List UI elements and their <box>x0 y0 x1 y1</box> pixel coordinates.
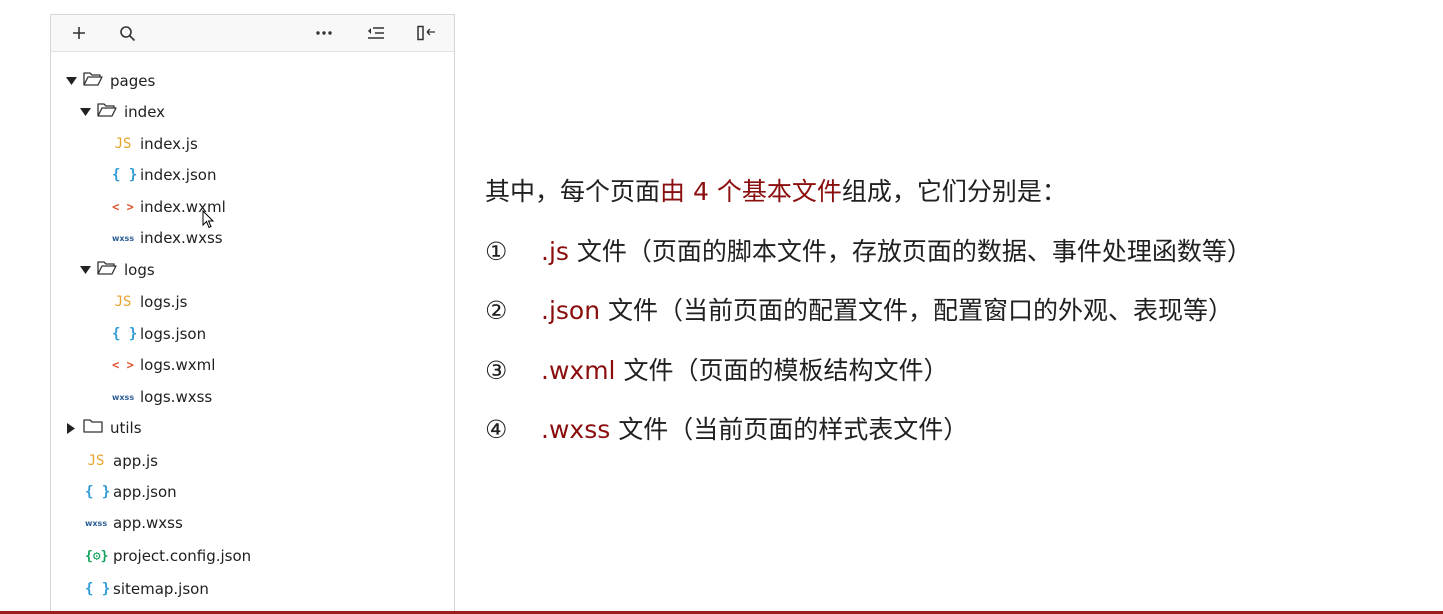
intro-text: 其中，每个页面 <box>485 177 661 206</box>
item-number: ① <box>485 237 508 266</box>
item-description: 文件（当前页面的样式表文件） <box>610 415 969 444</box>
toggle-panel-icon[interactable] <box>414 21 438 45</box>
item-number: ④ <box>485 415 508 444</box>
file-app-wxss[interactable]: wxss app.wxss <box>85 509 183 537</box>
file-index-js[interactable]: JS index.js <box>112 130 198 158</box>
chevron-down-icon <box>65 75 77 87</box>
folder-label: logs <box>124 261 155 279</box>
folder-index[interactable]: index <box>79 98 165 126</box>
file-label: logs.wxml <box>140 356 216 374</box>
file-label: index.js <box>140 135 198 153</box>
json-file-icon: { } <box>112 167 138 183</box>
file-extension: .js <box>541 237 569 266</box>
file-label: app.js <box>113 452 158 470</box>
item-description: 文件（页面的模板结构文件） <box>615 356 949 385</box>
js-file-icon: JS <box>87 453 105 469</box>
file-index-json[interactable]: { } index.json <box>112 161 216 189</box>
file-type-item: ① .js 文件（页面的脚本文件，存放页面的数据、事件处理函数等） <box>485 232 1252 268</box>
file-label: logs.wxss <box>140 388 213 406</box>
folder-logs[interactable]: logs <box>79 256 155 284</box>
file-sitemap-json[interactable]: { } sitemap.json <box>85 575 209 603</box>
file-label: project.config.json <box>113 547 252 565</box>
intro-highlight: 由 4 个基本文件 <box>660 177 842 206</box>
plus-icon[interactable] <box>67 21 91 45</box>
folder-label: index <box>124 103 166 121</box>
file-label: sitemap.json <box>113 580 209 598</box>
file-extension: .json <box>541 296 601 325</box>
item-description: 文件（当前页面的配置文件，配置窗口的外观、表现等） <box>600 296 1234 325</box>
file-extension: .wxml <box>541 356 616 385</box>
file-logs-wxml[interactable]: < > logs.wxml <box>112 351 215 379</box>
file-logs-json[interactable]: { } logs.json <box>112 320 206 348</box>
folder-pages[interactable]: pages <box>65 67 155 95</box>
file-type-item: ③ .wxml 文件（页面的模板结构文件） <box>485 351 948 387</box>
folder-label: pages <box>110 72 156 90</box>
folder-open-icon <box>97 102 117 122</box>
json-file-icon: { } <box>85 581 111 597</box>
folder-closed-icon <box>83 418 103 438</box>
folder-utils[interactable]: utils <box>65 414 142 442</box>
chevron-right-icon <box>65 422 77 434</box>
file-label: logs.json <box>140 325 207 343</box>
file-type-item: ② .json 文件（当前页面的配置文件，配置窗口的外观、表现等） <box>485 291 1233 327</box>
json-file-icon: { } <box>112 326 138 342</box>
wxml-file-icon: < > <box>112 358 134 372</box>
mouse-cursor-icon <box>202 209 215 233</box>
chevron-down-icon <box>79 264 91 276</box>
file-type-item: ④ .wxss 文件（当前页面的样式表文件） <box>485 410 968 446</box>
file-logs-js[interactable]: JS logs.js <box>112 288 188 316</box>
item-number: ② <box>485 296 508 325</box>
wxss-file-icon: wxss <box>112 392 135 402</box>
collapse-all-icon[interactable] <box>364 21 388 45</box>
search-icon[interactable] <box>115 21 139 45</box>
js-file-icon: JS <box>114 294 132 310</box>
file-label: logs.js <box>140 293 188 311</box>
intro-text-end: 组成，它们分别是： <box>841 177 1067 206</box>
file-project-config[interactable]: {⚙} project.config.json <box>85 542 251 570</box>
wxss-file-icon: wxss <box>112 233 135 243</box>
file-extension: .wxss <box>541 415 611 444</box>
item-description: 文件（页面的脚本文件，存放页面的数据、事件处理函数等） <box>568 237 1252 266</box>
js-file-icon: JS <box>114 136 132 152</box>
file-label: index.json <box>140 166 217 184</box>
json-file-icon: { } <box>85 484 111 500</box>
folder-label: utils <box>110 419 142 437</box>
item-number: ③ <box>485 356 508 385</box>
file-logs-wxss[interactable]: wxss logs.wxss <box>112 383 212 411</box>
folder-open-icon <box>97 260 117 280</box>
file-app-js[interactable]: JS app.js <box>85 447 158 475</box>
folder-open-icon <box>83 71 103 91</box>
wxml-file-icon: < > <box>112 200 134 214</box>
ellipsis-icon[interactable] <box>312 21 336 45</box>
file-label: app.wxss <box>113 514 183 532</box>
wxss-file-icon: wxss <box>85 518 108 528</box>
intro-line: 其中，每个页面由 4 个基本文件组成，它们分别是： <box>485 172 1067 208</box>
file-explorer-panel: pages index JS index.js { } index.json <… <box>50 14 455 614</box>
config-file-icon: {⚙} <box>85 548 109 564</box>
file-app-json[interactable]: { } app.json <box>85 478 177 506</box>
chevron-down-icon <box>79 106 91 118</box>
file-label: app.json <box>113 483 177 501</box>
explorer-toolbar <box>51 15 454 52</box>
